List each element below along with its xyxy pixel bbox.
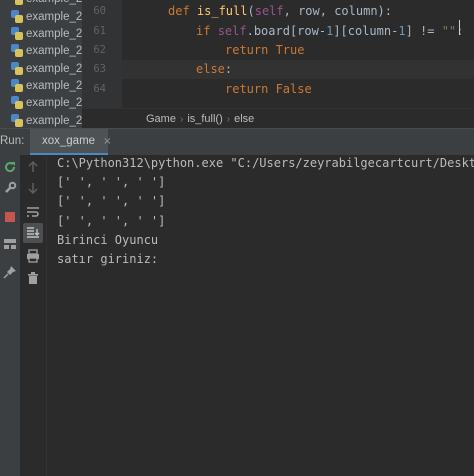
python-file-icon bbox=[11, 79, 23, 92]
tree-item[interactable]: example_22 bbox=[0, 25, 82, 42]
tree-item-label: example_23 bbox=[26, 44, 82, 57]
chevron-right-icon: › bbox=[179, 113, 184, 125]
tree-item[interactable]: example_20 bbox=[0, 0, 82, 7]
python-file-icon bbox=[11, 44, 23, 57]
tree-item-label: example_22 bbox=[26, 27, 82, 40]
tree-item-label: example_21 bbox=[26, 10, 82, 23]
console-line: Birinci Oyuncu bbox=[57, 233, 159, 247]
pin-icon[interactable] bbox=[3, 265, 17, 279]
code-line: return True bbox=[225, 43, 305, 57]
console-line: [' ', ' ', ' '] bbox=[57, 214, 166, 228]
project-tree: example_20 example_21 example_22 example… bbox=[0, 0, 82, 128]
line-number-gutter: 60 61 62 63 64 bbox=[82, 0, 122, 108]
tree-item[interactable]: example_24 bbox=[0, 60, 82, 77]
line-number: 63 bbox=[93, 63, 106, 75]
run-tool-window-header: Run: xox_game × bbox=[0, 128, 474, 156]
code-line: return False bbox=[225, 82, 312, 96]
console-toolbar bbox=[20, 155, 47, 476]
tree-item-label: example_28 bbox=[26, 114, 82, 127]
text-cursor bbox=[459, 20, 460, 35]
run-label: Run: bbox=[0, 135, 25, 147]
console-line: satır giriniz: bbox=[57, 252, 159, 266]
soft-wrap-icon[interactable] bbox=[26, 205, 40, 219]
rerun-icon[interactable] bbox=[3, 160, 17, 174]
chevron-right-icon: › bbox=[226, 113, 231, 125]
stop-icon[interactable] bbox=[3, 210, 17, 224]
tree-item[interactable]: example_26 bbox=[0, 94, 82, 111]
tree-item[interactable]: example_21 bbox=[0, 8, 82, 25]
python-file-icon bbox=[11, 0, 23, 5]
tree-item-label: example_26 bbox=[26, 96, 82, 109]
python-file-icon bbox=[11, 10, 23, 23]
python-file-icon bbox=[11, 114, 23, 127]
wrench-icon[interactable] bbox=[3, 181, 17, 195]
code-line: def is_full(self, row, column): bbox=[168, 4, 392, 18]
line-number: 62 bbox=[93, 44, 106, 56]
tree-item[interactable]: example_23 bbox=[0, 42, 82, 59]
down-arrow-icon[interactable] bbox=[26, 181, 40, 195]
trash-icon[interactable] bbox=[26, 271, 40, 285]
code-line: if self.board[row-1][column-1] != "": bbox=[196, 24, 463, 38]
up-arrow-icon[interactable] bbox=[26, 160, 40, 174]
scroll-to-end-icon[interactable] bbox=[26, 226, 40, 240]
close-icon[interactable]: × bbox=[103, 136, 111, 147]
python-file-icon bbox=[11, 62, 23, 75]
console-output[interactable]: C:\Python312\python.exe "C:/Users/zeyrab… bbox=[47, 155, 474, 476]
breadcrumb: Game › is_full() › else bbox=[82, 108, 474, 129]
console-line: [' ', ' ', ' '] bbox=[57, 194, 166, 208]
console-line: [' ', ' ', ' '] bbox=[57, 175, 166, 189]
tree-item[interactable]: example_25 bbox=[0, 77, 82, 94]
line-number: 64 bbox=[93, 83, 106, 95]
breadcrumb-item[interactable]: Game bbox=[146, 113, 176, 125]
line-number: 61 bbox=[93, 25, 106, 37]
breadcrumb-item[interactable]: is_full() bbox=[187, 113, 222, 125]
code-line-current: else: bbox=[122, 60, 474, 79]
layout-icon[interactable] bbox=[3, 237, 17, 251]
code-editor[interactable]: 60 61 62 63 64 def is_full(self, row, co… bbox=[82, 0, 474, 108]
python-file-icon bbox=[11, 96, 23, 109]
tab-xox-game[interactable]: xox_game × bbox=[30, 129, 111, 155]
console-line: C:\Python312\python.exe "C:/Users/zeyrab… bbox=[57, 156, 474, 170]
tree-item-label: example_20 bbox=[26, 0, 82, 5]
breadcrumb-item[interactable]: else bbox=[234, 113, 254, 125]
line-number: 60 bbox=[93, 5, 106, 17]
tree-item-label: example_25 bbox=[26, 79, 82, 92]
python-file-icon bbox=[11, 27, 23, 40]
print-icon[interactable] bbox=[26, 249, 40, 263]
tab-label: xox_game bbox=[42, 135, 96, 147]
run-toolbar bbox=[0, 155, 20, 476]
tree-item[interactable]: example_28 bbox=[0, 112, 82, 128]
tree-item-label: example_24 bbox=[26, 62, 82, 75]
